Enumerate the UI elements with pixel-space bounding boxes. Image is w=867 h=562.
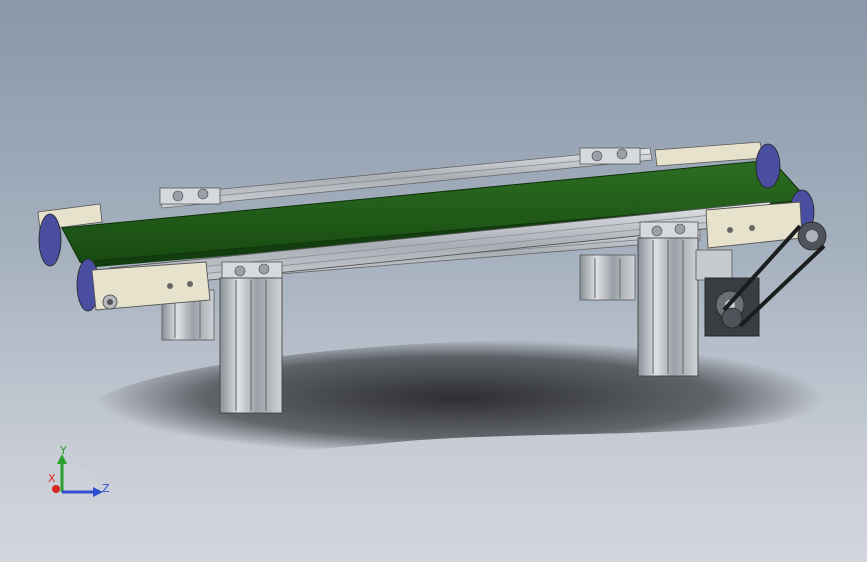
ground-shadow bbox=[95, 339, 824, 456]
view-triad: Y X Z bbox=[40, 440, 120, 510]
triad-y-label: Y bbox=[60, 444, 67, 457]
graphics-viewport[interactable]: Y X Z bbox=[0, 0, 867, 562]
conveyor-model[interactable] bbox=[0, 0, 867, 562]
back-support-block-right bbox=[579, 147, 641, 165]
back-leg-right bbox=[579, 254, 636, 301]
front-leg-right bbox=[637, 237, 699, 377]
triad-x-label: X bbox=[48, 472, 56, 485]
back-support-block-left bbox=[159, 187, 221, 205]
front-leg-left bbox=[219, 277, 283, 414]
triad-z-label: Z bbox=[102, 482, 110, 495]
front-support-block-left bbox=[221, 261, 283, 281]
front-support-block-right bbox=[639, 221, 699, 241]
